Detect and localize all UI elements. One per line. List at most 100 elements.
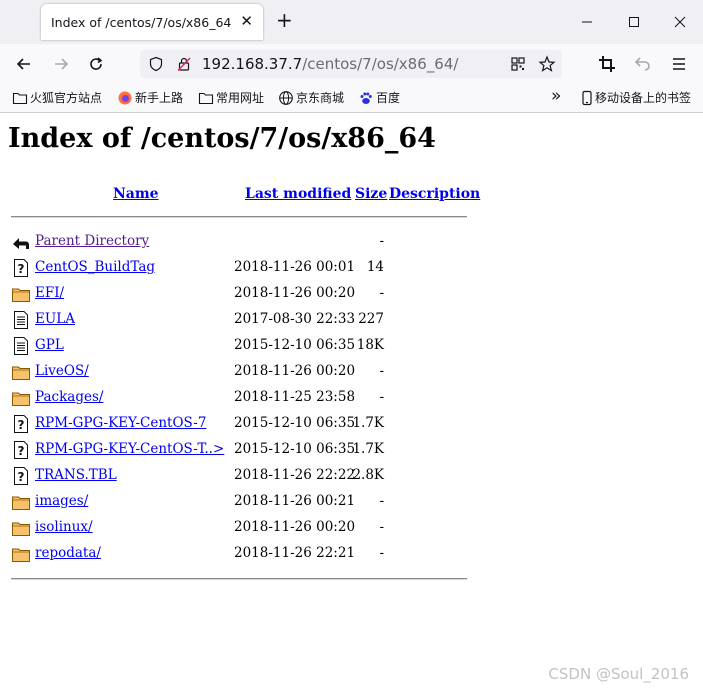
file-link[interactable]: Parent Directory: [35, 233, 149, 249]
last-modified-cell: 2015-12-10 06:35: [234, 441, 356, 457]
file-link[interactable]: RPM-GPG-KEY-CentOS-7: [35, 415, 206, 431]
page-title: Index of /centos/7/os/x86_64: [8, 123, 436, 154]
minimize-icon[interactable]: [577, 12, 597, 32]
table-row: images/2018-11-26 00:21 -: [0, 490, 703, 512]
folder-icon[interactable]: [11, 284, 31, 304]
tab-active[interactable]: Index of /centos/7/os/x86_64 ✕: [41, 4, 263, 40]
bookmark-label: 新手上路: [135, 91, 184, 105]
column-header-name[interactable]: Name: [113, 186, 159, 202]
text-file-icon[interactable]: [11, 336, 31, 356]
back-arrow-icon[interactable]: [11, 232, 31, 252]
last-modified-cell: 2018-11-26 00:20: [234, 363, 356, 379]
screenshot-crop-icon[interactable]: [597, 54, 617, 74]
size-cell: -: [379, 389, 384, 405]
table-row: GPL 2015-12-10 06:35 18K: [0, 334, 703, 356]
size-cell: -: [379, 233, 384, 249]
nav-toolbar: 192.168.37.7/centos/7/os/x86_64/: [0, 44, 703, 84]
size-cell: -: [379, 545, 384, 561]
new-tab-button[interactable]: +: [276, 10, 293, 30]
file-link[interactable]: EULA: [35, 311, 75, 327]
bookmark-label: 百度: [376, 91, 401, 105]
folder-icon[interactable]: [11, 518, 31, 538]
last-modified-cell: 2018-11-25 23:58: [234, 389, 356, 405]
last-modified-cell: 2015-12-10 06:35: [234, 415, 356, 431]
file-link[interactable]: TRANS.TBL: [35, 467, 117, 483]
file-link[interactable]: images/: [35, 493, 88, 509]
column-header-description[interactable]: Description: [389, 186, 480, 202]
size-cell: -: [379, 285, 384, 301]
svg-text:?: ?: [18, 262, 25, 276]
folder-icon[interactable]: [11, 544, 31, 564]
footer-divider: [11, 578, 467, 580]
file-link[interactable]: isolinux/: [35, 519, 93, 535]
bookmark-label: 火狐官方站点: [30, 91, 103, 105]
column-header-size[interactable]: Size: [355, 186, 387, 202]
file-link[interactable]: CentOS_BuildTag: [35, 259, 155, 275]
last-modified-cell: 2018-11-26 00:20: [234, 285, 356, 301]
last-modified-cell: 2017-08-30 22:33: [234, 311, 356, 327]
folder-icon[interactable]: [11, 492, 31, 512]
undo-icon[interactable]: [633, 54, 653, 74]
bookmarks-overflow-button[interactable]: »: [551, 87, 561, 105]
folder-icon[interactable]: [11, 362, 31, 382]
size-cell: -: [379, 363, 384, 379]
table-row: ? TRANS.TBL 2018-11-26 22:22 2.8K: [0, 464, 703, 486]
insecure-lock-icon[interactable]: [176, 56, 192, 72]
table-row: ? CentOS_BuildTag 2018-11-26 00:01 14: [0, 256, 703, 278]
menu-hamburger-icon[interactable]: [669, 54, 689, 74]
svg-text:?: ?: [18, 444, 25, 458]
svg-text:?: ?: [18, 470, 25, 484]
table-row: EULA 2017-08-30 22:33 227: [0, 308, 703, 330]
tab-close-icon[interactable]: ✕: [240, 13, 253, 29]
reload-icon[interactable]: [86, 54, 106, 74]
size-cell: -: [379, 493, 384, 509]
unknown-file-icon[interactable]: ?: [11, 414, 31, 434]
watermark: CSDN @Soul_2016: [548, 665, 689, 683]
last-modified-cell: 2018-11-26 22:21: [234, 545, 356, 561]
paw-icon: [360, 92, 372, 104]
globe-icon: [279, 91, 293, 105]
maximize-icon[interactable]: [624, 12, 644, 32]
shield-icon[interactable]: [148, 56, 164, 72]
table-row: EFI/2018-11-26 00:20 -: [0, 282, 703, 304]
size-cell: 18K: [356, 337, 384, 353]
bookmark-label: 常用网址: [216, 91, 265, 105]
header-divider: [11, 216, 467, 218]
size-cell: 1.7K: [352, 441, 384, 457]
size-cell: -: [379, 519, 384, 535]
table-row: LiveOS/2018-11-26 00:20 -: [0, 360, 703, 382]
column-header-last-modified[interactable]: Last modified: [245, 186, 351, 202]
folder-icon: [12, 92, 28, 105]
table-row: Parent Directory -: [0, 230, 703, 252]
file-link[interactable]: GPL: [35, 337, 64, 353]
table-row: ? RPM-GPG-KEY-CentOS-7 2015-12-10 06:35 1.7…: [0, 412, 703, 434]
unknown-file-icon[interactable]: ?: [11, 440, 31, 460]
table-row: Packages/2018-11-25 23:58 -: [0, 386, 703, 408]
svg-text:?: ?: [18, 418, 25, 432]
firefox-icon: [118, 91, 132, 105]
folder-icon[interactable]: [11, 388, 31, 408]
unknown-file-icon[interactable]: ?: [11, 258, 31, 278]
forward-arrow-icon[interactable]: [51, 54, 71, 74]
qr-code-icon[interactable]: [510, 56, 526, 72]
back-arrow-icon[interactable]: [14, 54, 34, 74]
url-host: 192.168.37.7: [202, 55, 303, 73]
file-link[interactable]: Packages/: [35, 389, 103, 405]
tab-strip: Index of /centos/7/os/x86_64 ✕ +: [0, 0, 703, 44]
unknown-file-icon[interactable]: ?: [11, 466, 31, 486]
file-link[interactable]: RPM-GPG-KEY-CentOS-T..>: [35, 441, 224, 457]
size-cell: 14: [366, 259, 384, 275]
size-cell: 2.8K: [352, 467, 384, 483]
table-row: repodata/2018-11-26 22:21 -: [0, 542, 703, 564]
url-path: /centos/7/os/x86_64/: [302, 55, 459, 73]
bookmarks-bar: 火狐官方站点 新手上路 常用网址 京东商城 百度 » 移动设备上的书签: [0, 84, 703, 113]
file-link[interactable]: repodata/: [35, 545, 101, 561]
table-row: isolinux/2018-11-26 00:20 -: [0, 516, 703, 538]
text-file-icon[interactable]: [11, 310, 31, 330]
url-text[interactable]: 192.168.37.7/centos/7/os/x86_64/: [202, 55, 458, 73]
url-bar[interactable]: 192.168.37.7/centos/7/os/x86_64/: [140, 50, 562, 78]
file-link[interactable]: EFI/: [35, 285, 64, 301]
bookmark-star-icon[interactable]: [538, 55, 556, 73]
file-link[interactable]: LiveOS/: [35, 363, 89, 379]
window-close-icon[interactable]: [670, 12, 690, 32]
